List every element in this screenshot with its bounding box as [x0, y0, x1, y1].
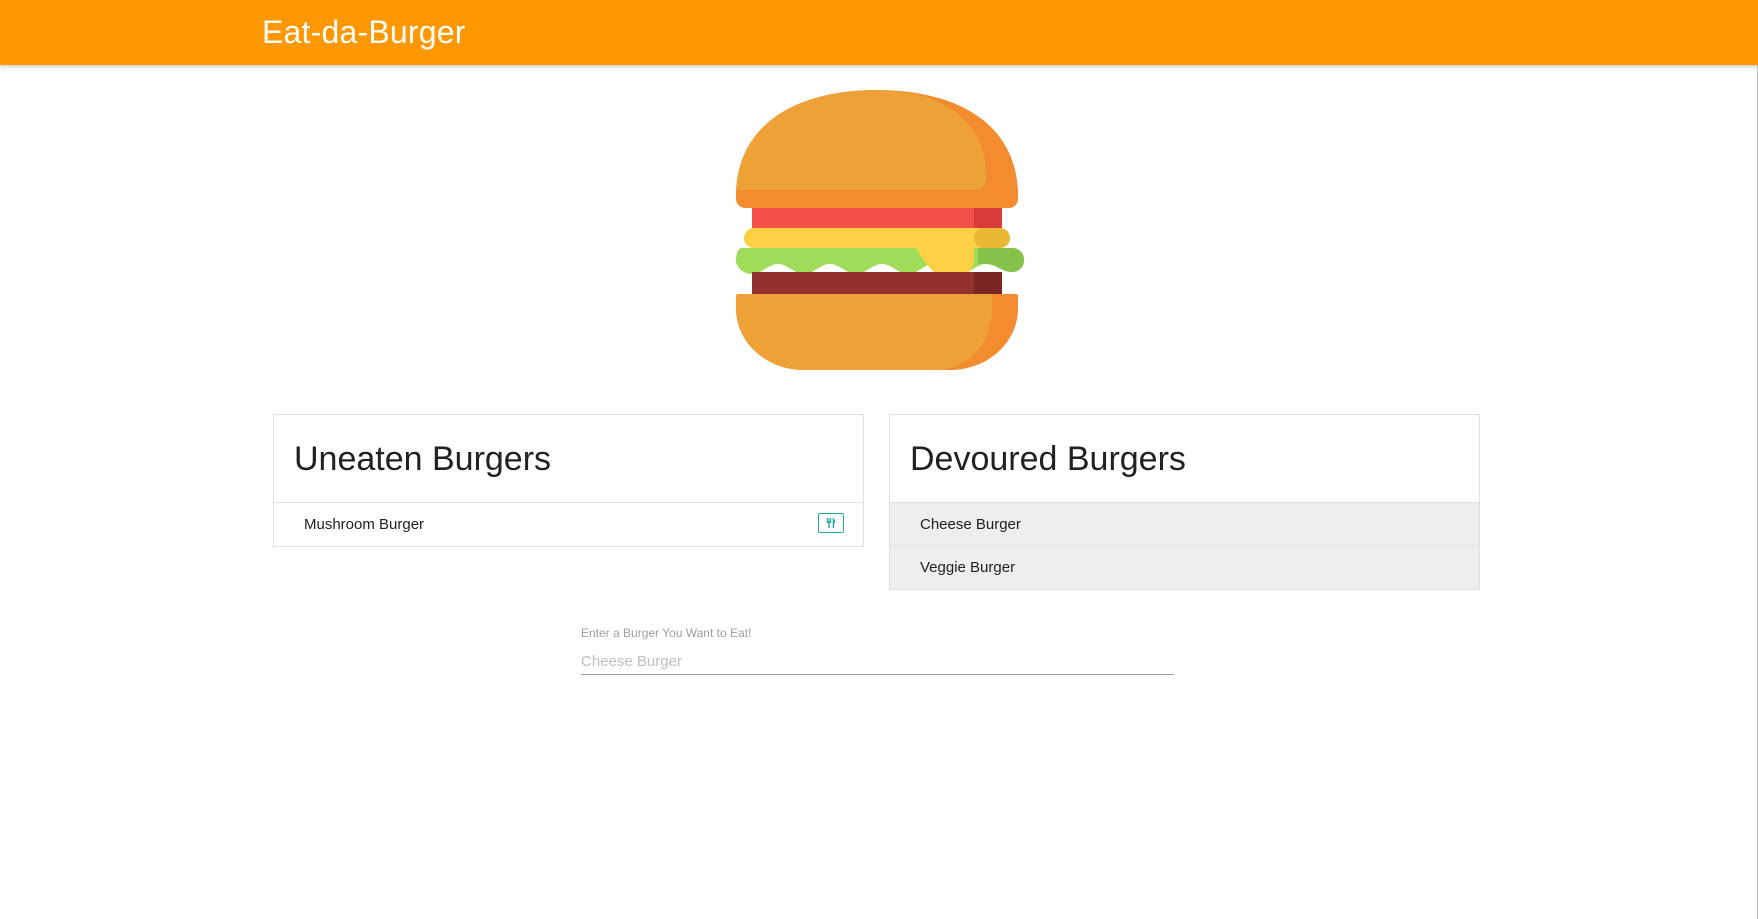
devoured-title: Devoured Burgers [910, 440, 1186, 478]
burger-name-input[interactable] [581, 649, 1174, 675]
devoured-card-header: Devoured Burgers [890, 415, 1479, 503]
page: Eat-da-Burger Uneaten Burgers Mushroom B… [0, 0, 1758, 919]
uneaten-title: Uneaten Burgers [294, 440, 552, 478]
devoured-burgers-card: Devoured Burgers Cheese Burger Veggie Bu… [889, 414, 1480, 590]
add-burger-form: Enter a Burger You Want to Eat! [581, 626, 1174, 675]
burger-name: Veggie Burger [920, 559, 1016, 576]
burger-name: Mushroom Burger [304, 516, 425, 533]
burger-name: Cheese Burger [920, 516, 1021, 533]
list-item: Cheese Burger [890, 503, 1479, 546]
devour-button[interactable] [818, 513, 844, 533]
list-item: Veggie Burger [890, 546, 1479, 589]
list-item: Mushroom Burger [274, 503, 863, 546]
uneaten-burgers-card: Uneaten Burgers Mushroom Burger [273, 414, 864, 547]
burger-input-label: Enter a Burger You Want to Eat! [581, 626, 752, 640]
uneaten-card-header: Uneaten Burgers [274, 415, 863, 503]
fork-knife-icon [826, 517, 836, 529]
brand-logo[interactable]: Eat-da-Burger [262, 14, 466, 50]
burger-icon [736, 90, 1024, 370]
navbar: Eat-da-Burger [0, 0, 1758, 65]
burger-hero-image [724, 86, 1030, 372]
